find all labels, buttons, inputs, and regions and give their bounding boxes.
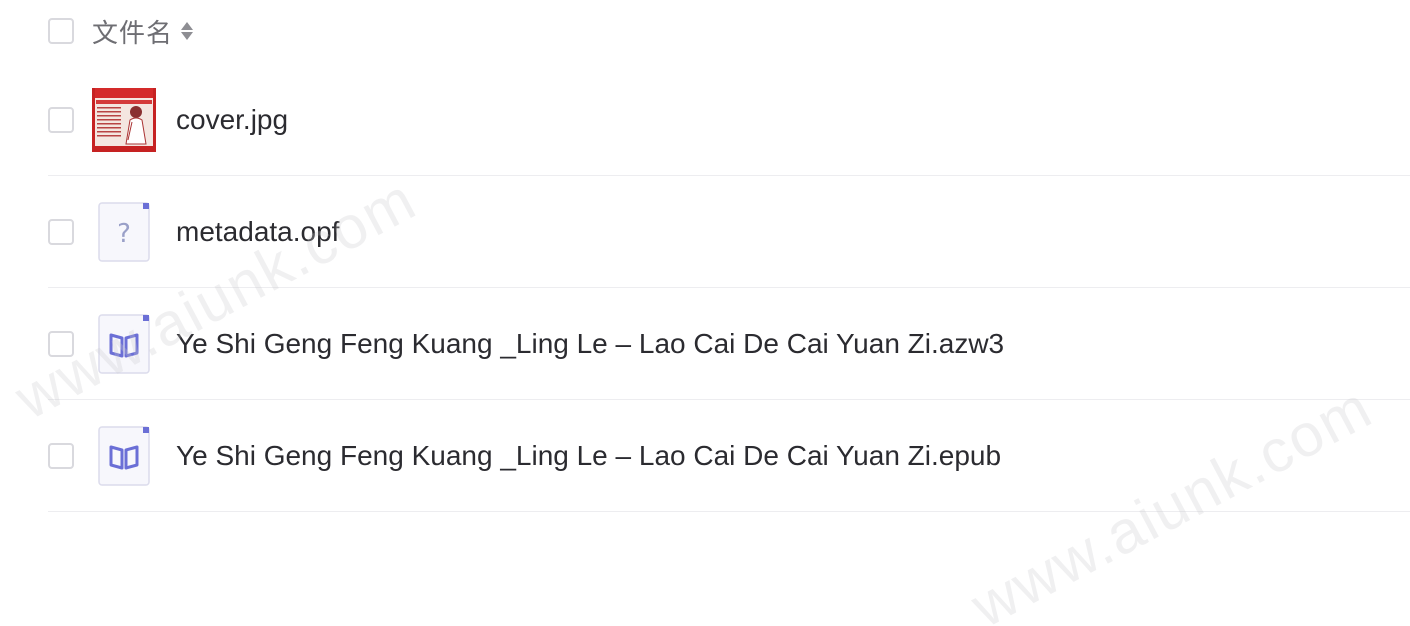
- file-list-page: 文件名 cover.jpg ? metadata.opf Ye Shi Geng…: [0, 0, 1410, 626]
- svg-text:?: ?: [117, 219, 131, 249]
- file-row[interactable]: cover.jpg: [48, 64, 1410, 176]
- file-name[interactable]: Ye Shi Geng Feng Kuang _Ling Le – Lao Ca…: [176, 328, 1004, 360]
- sort-up-down-icon[interactable]: [181, 19, 194, 43]
- book-file-icon: [92, 424, 156, 488]
- file-row[interactable]: Ye Shi Geng Feng Kuang _Ling Le – Lao Ca…: [48, 288, 1410, 400]
- file-list: cover.jpg ? metadata.opf Ye Shi Geng Fen…: [48, 64, 1410, 512]
- file-row[interactable]: ? metadata.opf: [48, 176, 1410, 288]
- book-file-icon: [92, 312, 156, 376]
- select-all-checkbox[interactable]: [48, 18, 74, 44]
- row-checkbox[interactable]: [48, 218, 74, 245]
- unknown-file-icon: ?: [92, 200, 156, 264]
- row-checkbox[interactable]: [48, 330, 74, 357]
- row-checkbox[interactable]: [48, 106, 74, 133]
- image-thumbnail: [92, 87, 156, 152]
- file-row[interactable]: Ye Shi Geng Feng Kuang _Ling Le – Lao Ca…: [48, 400, 1410, 512]
- file-name[interactable]: metadata.opf: [176, 216, 339, 248]
- file-name[interactable]: cover.jpg: [176, 104, 288, 136]
- row-checkbox[interactable]: [48, 442, 74, 469]
- book-cover-image: [92, 87, 156, 152]
- filename-column-header[interactable]: 文件名: [92, 13, 173, 50]
- file-list-header: 文件名: [48, 12, 1410, 50]
- file-name[interactable]: Ye Shi Geng Feng Kuang _Ling Le – Lao Ca…: [176, 440, 1001, 472]
